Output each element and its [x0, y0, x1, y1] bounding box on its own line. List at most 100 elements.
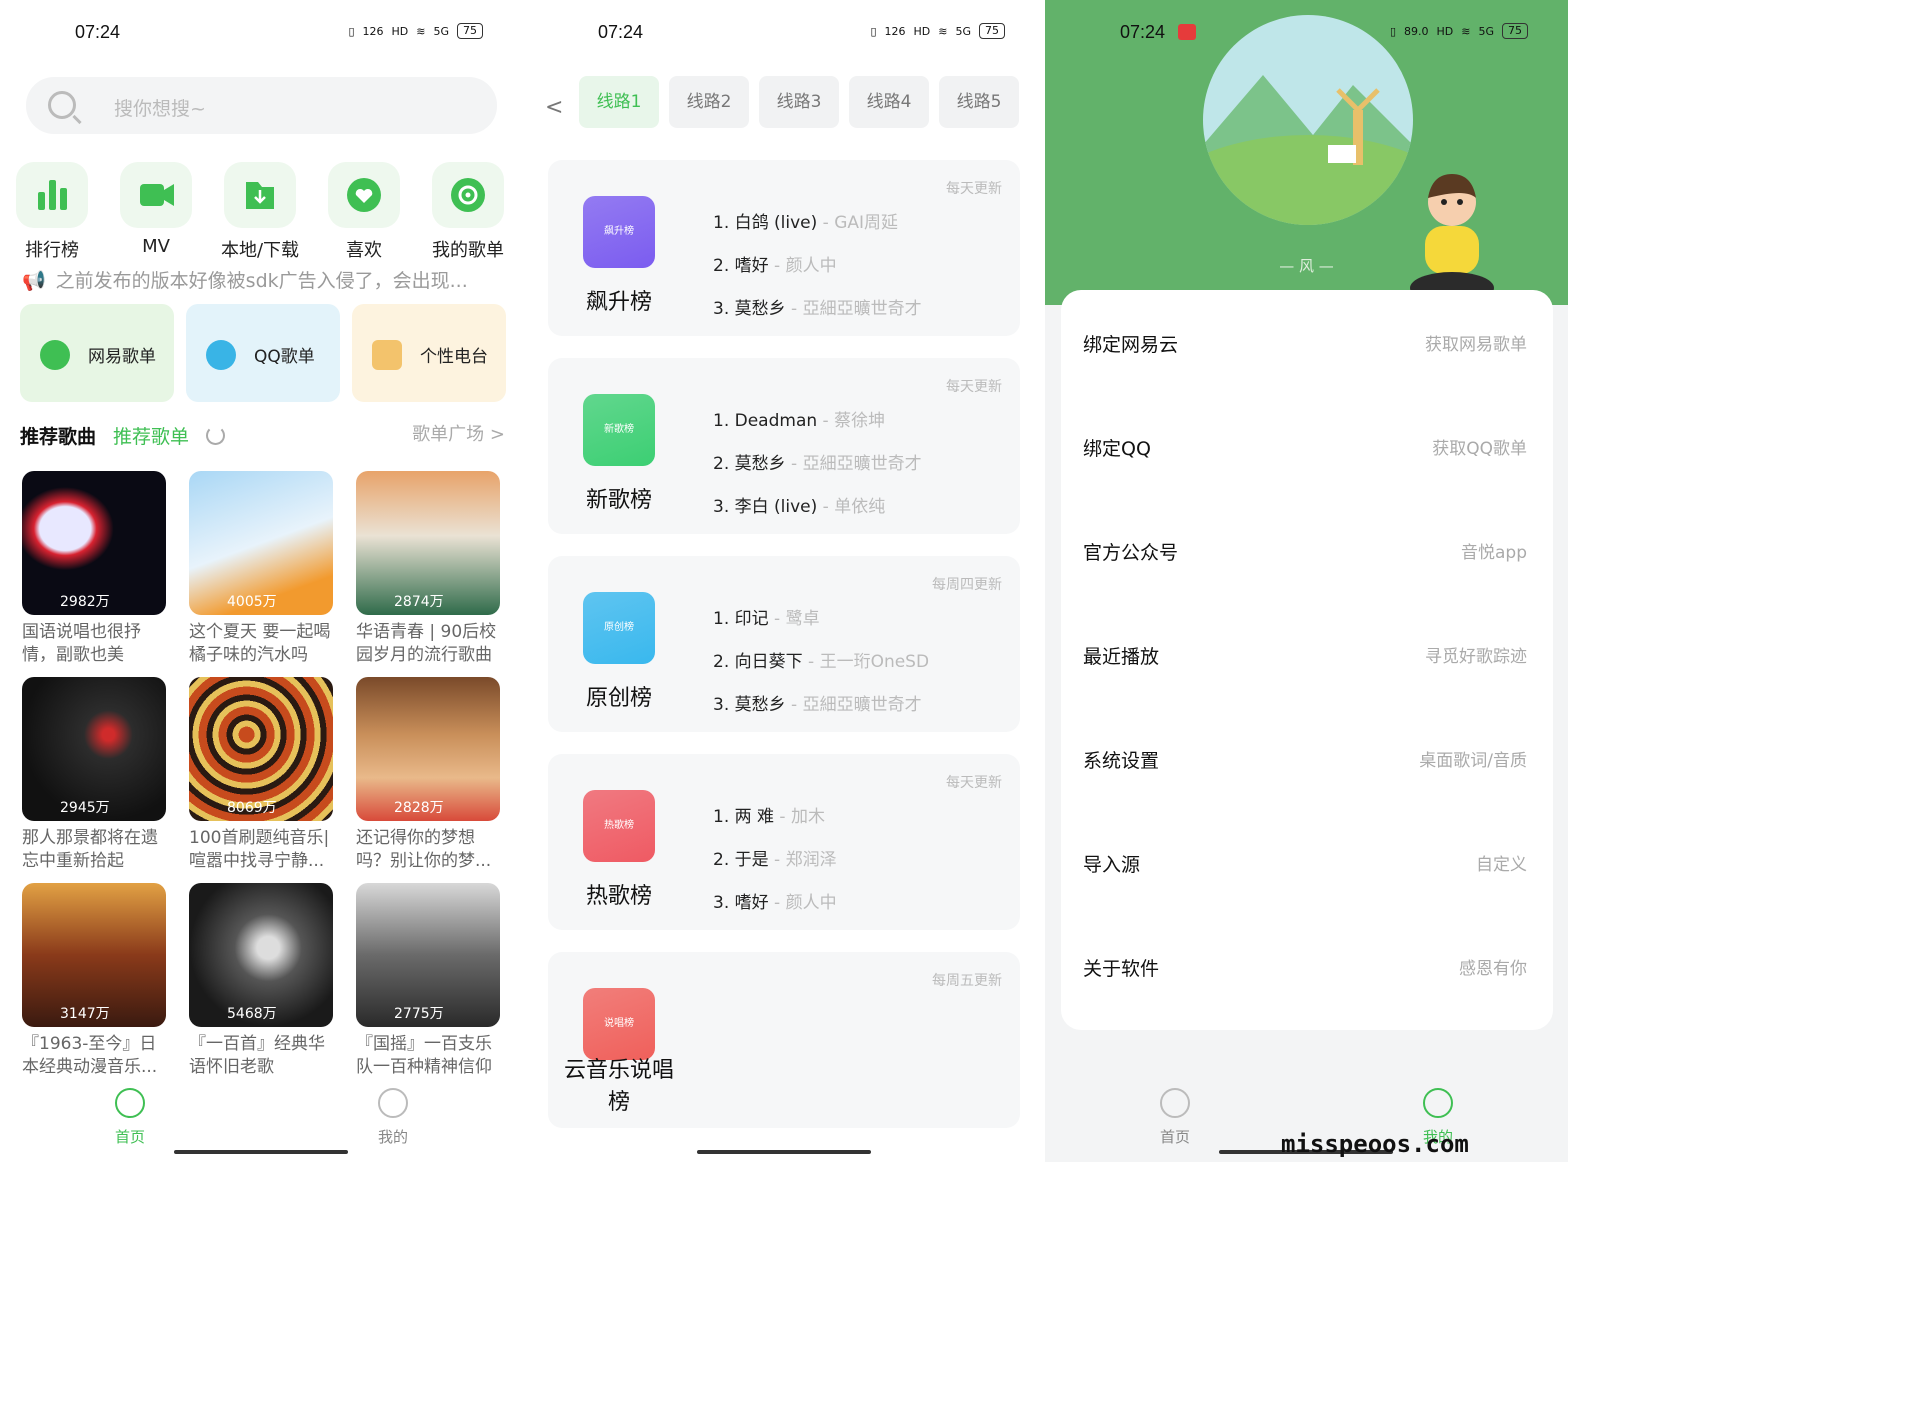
rank-song[interactable]: 3. 莫愁乡 - 亞細亞曠世奇才: [713, 288, 922, 331]
refresh-icon[interactable]: [206, 426, 225, 445]
tab-route-5[interactable]: 线路5: [939, 76, 1019, 128]
rank-song[interactable]: 2. 于是 - 郑润泽: [713, 839, 837, 882]
radio-icon: [372, 340, 402, 370]
rank-song[interactable]: 3. 嗜好 - 颜人中: [713, 882, 837, 925]
qq-playlist-button[interactable]: QQ歌单: [186, 304, 340, 402]
song-title: 3. 莫愁乡: [713, 299, 786, 319]
playlist-cover: 2828万: [356, 677, 500, 821]
playlist-cover: 3147万: [22, 883, 166, 1027]
rank-song[interactable]: 1. 印记 - 鹭卓: [713, 598, 929, 641]
rank-song[interactable]: 2. 莫愁乡 - 亞細亞曠世奇才: [713, 443, 922, 486]
tab-route-2[interactable]: 线路2: [669, 76, 749, 128]
song-artist: - 颜人中: [768, 256, 837, 276]
settings-menu: 绑定网易云 获取网易歌单 绑定QQ 获取QQ歌单 官方公众号 音悦app 最近播放 寻觅…: [1061, 290, 1553, 1030]
search-input[interactable]: 搜你想搜~: [26, 77, 497, 134]
song-artist: - 王一珩OneSD: [802, 652, 930, 672]
tab-home[interactable]: 首页: [1135, 1088, 1215, 1147]
category-mv[interactable]: MV: [104, 162, 208, 262]
menu-import-source[interactable]: 导入源 自定义: [1083, 850, 1527, 890]
tab-home[interactable]: 首页: [90, 1088, 170, 1147]
battery-icon: 75: [457, 23, 483, 39]
tab-mine[interactable]: 我的: [353, 1088, 433, 1147]
source-shortcuts: 网易歌单 QQ歌单 个性电台: [20, 304, 506, 402]
netease-playlist-button[interactable]: 网易歌单: [20, 304, 174, 402]
heart-icon: [328, 162, 400, 228]
playlist-card[interactable]: 4005万 这个夏天 要一起喝橘子味的汽水吗: [189, 471, 333, 667]
category-my-playlist[interactable]: 我的歌单: [416, 162, 520, 262]
tab-route-3[interactable]: 线路3: [759, 76, 839, 128]
rank-song[interactable]: 2. 嗜好 - 颜人中: [713, 245, 922, 288]
back-arrow-icon[interactable]: <: [545, 95, 563, 120]
playlist-cover: 5468万: [189, 883, 333, 1027]
category-local-download[interactable]: 本地/下载: [208, 162, 312, 262]
rank-song[interactable]: 3. 莫愁乡 - 亞細亞曠世奇才: [713, 684, 929, 727]
playlist-cover: 4005万: [189, 471, 333, 615]
menu-official-account[interactable]: 官方公众号 音悦app: [1083, 538, 1527, 578]
rank-song[interactable]: 1. Deadman - 蔡徐坤: [713, 400, 922, 443]
playlist-title: 这个夏天 要一起喝橘子味的汽水吗: [189, 622, 331, 665]
announcement-bar[interactable]: 📢 之前发布的版本好像被sdk广告入侵了，会出现...: [22, 266, 468, 293]
rank-logo: 新歌榜: [583, 394, 655, 466]
qq-icon: [206, 340, 236, 370]
category-row: 排行榜 MV 本地/下载 喜欢 我的歌单: [0, 162, 523, 262]
tab-recommend-playlists[interactable]: 推荐歌单: [113, 422, 189, 449]
song-artist: - 亞細亞曠世奇才: [785, 454, 922, 474]
menu-about[interactable]: 关于软件 感恩有你: [1083, 954, 1527, 994]
playlist-card[interactable]: 2828万 还记得你的梦想吗？别让你的梦...: [356, 677, 500, 873]
playlist-title: 还记得你的梦想吗？别让你的梦...: [356, 828, 492, 871]
network-speed: 89.0: [1404, 24, 1429, 38]
song-title: 1. 印记: [713, 609, 769, 629]
home-indicator: [174, 1150, 348, 1154]
song-title: 3. 李白 (live): [713, 497, 818, 517]
rank-song[interactable]: 2. 向日葵下 - 王一珩OneSD: [713, 641, 929, 684]
playlist-card[interactable]: 5468万 『一百首』经典华语怀旧老歌: [189, 883, 333, 1079]
tab-route-4[interactable]: 线路4: [849, 76, 929, 128]
home-indicator: [697, 1150, 871, 1154]
playlist-square-link[interactable]: 歌单广场 >: [412, 420, 505, 446]
playlist-card[interactable]: 8069万 100首刷题纯音乐|喧嚣中找寻宁静...: [189, 677, 333, 873]
tab-recommend-songs[interactable]: 推荐歌曲: [20, 422, 96, 449]
playlist-card[interactable]: 2945万 那人那景都将在遗忘中重新拾起: [22, 677, 166, 873]
menu-system-settings[interactable]: 系统设置 桌面歌词/音质: [1083, 746, 1527, 786]
clock: 07:24: [598, 22, 644, 42]
recommend-header: 推荐歌曲 推荐歌单 歌单广场 >: [20, 422, 505, 452]
play-count: 2828万: [394, 800, 444, 816]
personal-radio-button[interactable]: 个性电台: [352, 304, 506, 402]
category-favorite[interactable]: 喜欢: [312, 162, 416, 262]
rank-card[interactable]: 飙升榜 飙升榜 每天更新 1. 白鸽 (live) - GAI周延 2. 嗜好 - 颜人…: [548, 160, 1020, 336]
clock: 07:24: [1120, 22, 1166, 42]
category-ranking[interactable]: 排行榜: [0, 162, 104, 262]
song-title: 2. 莫愁乡: [713, 454, 786, 474]
menu-bind-netease[interactable]: 绑定网易云 获取网易歌单: [1083, 330, 1527, 370]
rank-card[interactable]: 热歌榜 热歌榜 每天更新 1. 两 难 - 加木 2. 于是 - 郑润泽 3. 嗜好 - …: [548, 754, 1020, 930]
tab-route-1[interactable]: 线路1: [579, 76, 659, 128]
play-count: 2874万: [394, 594, 444, 610]
song-artist: - 单依纯: [817, 497, 886, 517]
song-artist: - GAI周延: [817, 213, 899, 233]
menu-bind-qq[interactable]: 绑定QQ 获取QQ歌单: [1083, 434, 1527, 474]
avatar[interactable]: [1407, 170, 1497, 310]
status-bar: 07:24 ▯ 126 HD ≋ 5G 75: [0, 20, 523, 46]
playlist-card[interactable]: 2874万 华语青春 | 90后校园岁月的流行歌曲: [356, 471, 500, 667]
rank-song[interactable]: 1. 白鸽 (live) - GAI周延: [713, 202, 922, 245]
rank-song[interactable]: 1. 两 难 - 加木: [713, 796, 837, 839]
status-bar: 07:24 ▯ 126 HD ≋ 5G 75: [523, 20, 1045, 46]
network-speed: 126: [362, 24, 384, 38]
wifi-icon: ≋: [1461, 24, 1471, 38]
rank-card[interactable]: 原创榜 原创榜 每周四更新 1. 印记 - 鹭卓 2. 向日葵下 - 王一珩OneSD 3…: [548, 556, 1020, 732]
route-tabs: 线路1 线路2 线路3 线路4 线路5: [579, 76, 1019, 128]
rank-song[interactable]: 3. 李白 (live) - 单依纯: [713, 486, 922, 529]
bar-chart-icon: [16, 162, 88, 228]
playlist-card[interactable]: 2982万 国语说唱也很抒情，副歌也美: [22, 471, 166, 667]
menu-recent-play[interactable]: 最近播放 寻觅好歌踪迹: [1083, 642, 1527, 682]
rank-card[interactable]: 说唱榜 云音乐说唱榜 每周五更新: [548, 952, 1020, 1128]
clock: 07:24: [75, 22, 121, 42]
playlist-card[interactable]: 2775万 『国摇』一百支乐队一百种精神信仰: [356, 883, 500, 1079]
song-artist: - 亞細亞曠世奇才: [785, 299, 922, 319]
rank-name: 热歌榜: [585, 884, 652, 909]
play-count: 2982万: [60, 594, 110, 610]
rank-card[interactable]: 新歌榜 新歌榜 每天更新 1. Deadman - 蔡徐坤 2. 莫愁乡 - 亞細亞曠世…: [548, 358, 1020, 534]
playlist-card[interactable]: 3147万 『1963-至今』日本经典动漫音乐...: [22, 883, 166, 1079]
rank-logo: 说唱榜: [583, 988, 655, 1060]
song-title: 2. 向日葵下: [713, 652, 803, 672]
